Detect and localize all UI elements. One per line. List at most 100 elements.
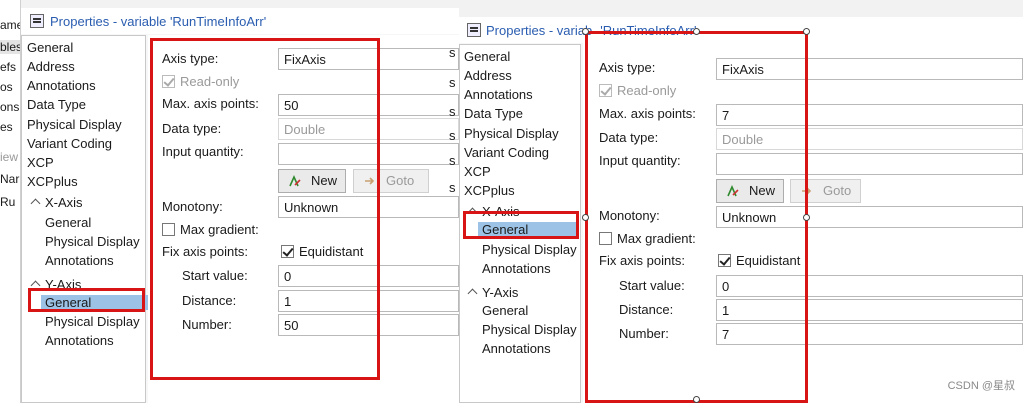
resize-handle[interactable] bbox=[693, 28, 700, 35]
strip-text: Nar bbox=[0, 172, 20, 186]
nav-y-general[interactable]: General bbox=[482, 303, 528, 318]
nav-data-type[interactable]: Data Type bbox=[464, 106, 523, 121]
nav-xcp[interactable]: XCP bbox=[27, 155, 54, 170]
resize-handle[interactable] bbox=[693, 396, 700, 403]
goto-button[interactable]: Goto bbox=[790, 179, 861, 203]
new-button[interactable]: New bbox=[278, 169, 346, 193]
distance-input[interactable]: 1 bbox=[278, 290, 459, 312]
nav-xcpplus[interactable]: XCPplus bbox=[464, 183, 515, 198]
goto-button-label: Goto bbox=[823, 183, 852, 198]
resize-handle[interactable] bbox=[582, 214, 589, 221]
nav-general[interactable]: General bbox=[464, 49, 510, 64]
input-quantity-input[interactable] bbox=[716, 153, 1023, 175]
properties-icon bbox=[30, 14, 44, 28]
max-gradient-checkbox[interactable] bbox=[162, 223, 175, 236]
data-type-field: Double bbox=[716, 128, 1023, 150]
data-type-label: Data type: bbox=[162, 121, 222, 136]
new-quantity-icon bbox=[289, 175, 301, 187]
nav-variant-coding[interactable]: Variant Coding bbox=[464, 145, 549, 160]
nav-general[interactable]: General bbox=[27, 40, 73, 55]
nav-xcp[interactable]: XCP bbox=[464, 164, 491, 179]
resize-handle[interactable] bbox=[803, 214, 810, 221]
window-1-nav-tree: General Address Annotations Data Type Ph… bbox=[21, 35, 159, 403]
nav-xcpplus[interactable]: XCPplus bbox=[27, 174, 78, 189]
start-value-label: Start value: bbox=[619, 278, 685, 293]
distance-input[interactable]: 1 bbox=[716, 299, 1023, 321]
axis-type-field[interactable]: FixAxis bbox=[716, 58, 1023, 80]
nav-y-axis[interactable]: Y-Axis bbox=[482, 285, 518, 300]
background-text: s bbox=[449, 128, 456, 143]
number-input[interactable]: 50 bbox=[278, 314, 459, 336]
max-axis-points-input[interactable]: 50 bbox=[278, 94, 459, 116]
number-input[interactable]: 7 bbox=[716, 323, 1023, 345]
strip-text: os bbox=[0, 80, 13, 94]
nav-y-physical-display[interactable]: Physical Display bbox=[45, 314, 140, 329]
max-gradient-checkbox[interactable] bbox=[599, 232, 612, 245]
start-value-input[interactable]: 0 bbox=[716, 275, 1023, 297]
window-2-properties-panel: Axis type: FixAxis Read-only Max. axis p… bbox=[583, 37, 1023, 403]
resize-handle[interactable] bbox=[803, 28, 810, 35]
nav-x-annotations[interactable]: Annotations bbox=[482, 261, 551, 276]
chevron-up-icon[interactable] bbox=[30, 198, 41, 209]
nav-address[interactable]: Address bbox=[464, 68, 512, 83]
goto-arrow-icon bbox=[802, 187, 812, 195]
background-text: s bbox=[449, 153, 456, 168]
nav-y-general[interactable]: General bbox=[41, 295, 159, 310]
nav-physical-display[interactable]: Physical Display bbox=[27, 117, 122, 132]
input-quantity-input[interactable] bbox=[278, 143, 459, 165]
new-quantity-icon bbox=[727, 185, 739, 197]
resize-handle[interactable] bbox=[582, 28, 589, 35]
nav-y-axis[interactable]: Y-Axis bbox=[45, 277, 81, 292]
nav-annotations[interactable]: Annotations bbox=[464, 87, 533, 102]
data-type-field: Double bbox=[278, 118, 459, 140]
chevron-up-icon[interactable] bbox=[30, 280, 41, 291]
start-value-input[interactable]: 0 bbox=[278, 265, 459, 287]
nav-x-physical-display[interactable]: Physical Display bbox=[482, 242, 577, 257]
nav-physical-display[interactable]: Physical Display bbox=[464, 126, 559, 141]
max-gradient-label: Max gradient: bbox=[617, 231, 696, 246]
nav-y-annotations[interactable]: Annotations bbox=[482, 341, 551, 356]
nav-x-general[interactable]: General bbox=[45, 215, 91, 230]
new-button-label: New bbox=[311, 173, 338, 188]
read-only-label: Read-only bbox=[180, 74, 240, 89]
nav-data-type[interactable]: Data Type bbox=[27, 97, 86, 112]
distance-label: Distance: bbox=[619, 302, 674, 317]
distance-label: Distance: bbox=[182, 293, 237, 308]
nav-x-general[interactable]: General bbox=[478, 222, 578, 237]
read-only-label: Read-only bbox=[617, 83, 677, 98]
chevron-up-icon[interactable] bbox=[467, 288, 478, 299]
nav-x-annotations[interactable]: Annotations bbox=[45, 253, 114, 268]
equidistant-label: Equidistant bbox=[299, 244, 364, 259]
monotony-select[interactable]: Unknown bbox=[716, 206, 1023, 228]
nav-annotations[interactable]: Annotations bbox=[27, 78, 96, 93]
goto-arrow-icon bbox=[365, 177, 375, 185]
monotony-select[interactable]: Unknown bbox=[278, 196, 459, 218]
window-title-part: Properties - variab bbox=[486, 23, 593, 38]
window-title-part: 'RunTimeInfoArr' bbox=[600, 23, 697, 38]
number-label: Number: bbox=[619, 326, 669, 341]
max-axis-points-label: Max. axis points: bbox=[162, 96, 259, 111]
nav-x-axis[interactable]: X-Axis bbox=[45, 195, 83, 210]
equidistant-checkbox[interactable] bbox=[718, 254, 731, 267]
monotony-label: Monotony: bbox=[599, 208, 660, 223]
input-quantity-label: Input quantity: bbox=[162, 144, 244, 159]
strip-text: ame bbox=[0, 18, 20, 32]
fix-axis-points-label: Fix axis points: bbox=[599, 253, 685, 268]
axis-type-field[interactable]: FixAxis bbox=[278, 48, 459, 70]
watermark: CSDN @星叔 bbox=[947, 380, 1015, 392]
properties-icon bbox=[467, 23, 481, 37]
nav-x-physical-display[interactable]: Physical Display bbox=[45, 234, 140, 249]
nav-variant-coding[interactable]: Variant Coding bbox=[27, 136, 112, 151]
monotony-label: Monotony: bbox=[162, 199, 223, 214]
nav-y-physical-display[interactable]: Physical Display bbox=[482, 322, 577, 337]
fix-axis-points-label: Fix axis points: bbox=[162, 244, 248, 259]
equidistant-checkbox[interactable] bbox=[281, 245, 294, 258]
chevron-up-icon[interactable] bbox=[467, 207, 478, 218]
nav-address[interactable]: Address bbox=[27, 59, 75, 74]
new-button[interactable]: New bbox=[716, 179, 784, 203]
nav-x-axis[interactable]: X-Axis bbox=[482, 204, 520, 219]
strip-text: bles bbox=[0, 40, 21, 54]
max-axis-points-input[interactable]: 7 bbox=[716, 104, 1023, 126]
goto-button[interactable]: Goto bbox=[353, 169, 429, 193]
nav-y-annotations[interactable]: Annotations bbox=[45, 333, 114, 348]
